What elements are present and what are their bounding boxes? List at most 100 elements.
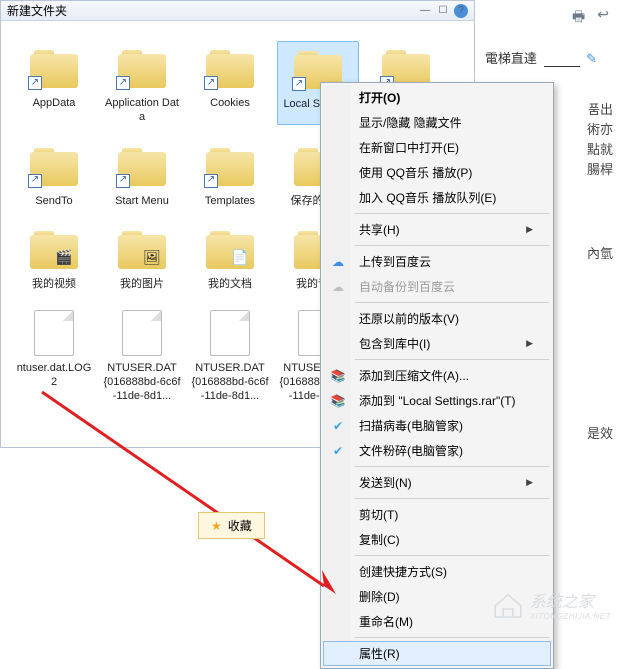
file-item[interactable]: ↗AppData bbox=[13, 41, 95, 125]
menu-separator bbox=[355, 302, 549, 303]
menu-item-label: 删除(D) bbox=[359, 588, 400, 605]
back-icon[interactable]: ↩ bbox=[597, 6, 609, 30]
file-item[interactable]: ↗ Application Data bbox=[101, 41, 183, 125]
menu-item-icon: ✔ bbox=[329, 442, 347, 460]
menu-item-label: 添加到压缩文件(A)... bbox=[359, 367, 469, 384]
menu-item-label: 共享(H) bbox=[359, 221, 400, 238]
menu-item[interactable]: 发送到(N)▶ bbox=[323, 470, 551, 495]
menu-item[interactable]: 加入 QQ音乐 播放队列(E) bbox=[323, 185, 551, 210]
shortcut-overlay-icon: ↗ bbox=[204, 174, 218, 188]
menu-item-label: 剪切(T) bbox=[359, 506, 398, 523]
menu-item[interactable]: 使用 QQ音乐 播放(P) bbox=[323, 160, 551, 185]
menu-item[interactable]: 📚添加到 "Local Settings.rar"(T) bbox=[323, 388, 551, 413]
menu-item-label: 包含到库中(I) bbox=[359, 335, 430, 352]
menu-item-icon: ✔ bbox=[329, 417, 347, 435]
menu-item[interactable]: 剪切(T) bbox=[323, 502, 551, 527]
pen-icon[interactable]: ✎ bbox=[586, 51, 597, 66]
file-label: 我的文档 bbox=[208, 278, 252, 292]
menu-item-icon: 📚 bbox=[329, 367, 347, 385]
menu-item-label: 打开(O) bbox=[359, 89, 400, 106]
file-label: Start Menu bbox=[115, 195, 169, 209]
menu-item-label: 创建快捷方式(S) bbox=[359, 563, 447, 580]
menu-separator bbox=[355, 359, 549, 360]
menu-item: ☁自动备份到百度云 bbox=[323, 274, 551, 299]
shortcut-overlay-icon: ↗ bbox=[204, 76, 218, 90]
file-item[interactable]: NTUSER.DAT{016888bd-6c6f-11de-8d1... bbox=[101, 306, 183, 403]
menu-item[interactable]: ✔ 文件粉碎(电脑管家) bbox=[323, 438, 551, 463]
file-item[interactable]: 🖼 我的图片 bbox=[101, 222, 183, 292]
menu-item[interactable]: 创建快捷方式(S) bbox=[323, 559, 551, 584]
file-label: Templates bbox=[205, 195, 255, 209]
file-label: 我的图片 bbox=[120, 278, 164, 292]
menu-separator bbox=[355, 555, 549, 556]
folder-icon: ↗ bbox=[206, 146, 254, 186]
help-button[interactable]: ? bbox=[454, 4, 468, 18]
menu-item-label: 重命名(M) bbox=[359, 613, 413, 630]
menu-separator bbox=[355, 637, 549, 638]
maximize-button[interactable]: ☐ bbox=[436, 4, 450, 18]
file-item[interactable]: ↗Cookies bbox=[189, 41, 271, 125]
menu-item-icon: ☁ bbox=[329, 253, 347, 271]
folder-content-icon: 🎬 bbox=[52, 247, 76, 267]
menu-item[interactable]: 📚 添加到压缩文件(A)... bbox=[323, 363, 551, 388]
folder-icon: 🖼 bbox=[118, 229, 166, 269]
menu-item-label: 属性(R) bbox=[359, 645, 400, 662]
menu-item[interactable]: ✔ 扫描病毒(电脑管家) bbox=[323, 413, 551, 438]
window-title: 新建文件夹 bbox=[7, 2, 67, 19]
file-icon bbox=[34, 310, 74, 356]
menu-item[interactable]: 打开(O) bbox=[323, 85, 551, 110]
folder-icon: 📄 bbox=[206, 229, 254, 269]
print-icon[interactable]: 🖶 bbox=[572, 6, 585, 30]
file-icon bbox=[210, 310, 250, 356]
menu-item-label: 加入 QQ音乐 播放队列(E) bbox=[359, 189, 496, 206]
file-label: ntuser.dat.LOG2 bbox=[15, 362, 93, 390]
menu-item[interactable]: ☁上传到百度云 bbox=[323, 249, 551, 274]
menu-item-label: 还原以前的版本(V) bbox=[359, 310, 459, 327]
favorite-button[interactable]: ★ 收藏 bbox=[198, 512, 265, 539]
menu-separator bbox=[355, 466, 549, 467]
menu-item[interactable]: 复制(C) bbox=[323, 527, 551, 552]
star-icon: ★ bbox=[211, 519, 222, 533]
menu-item[interactable]: 还原以前的版本(V) bbox=[323, 306, 551, 331]
text-fragment: 是效 bbox=[587, 424, 613, 445]
menu-separator bbox=[355, 213, 549, 214]
context-menu: 打开(O) 显示/隐藏 隐藏文件在新窗口中打开(E)使用 QQ音乐 播放(P) 加入… bbox=[320, 82, 554, 669]
file-label: NTUSER.DAT{016888bd-6c6f-11de-8d1... bbox=[191, 362, 269, 403]
file-item[interactable]: ntuser.dat.LOG2 bbox=[13, 306, 95, 403]
menu-item-label: 自动备份到百度云 bbox=[359, 278, 455, 295]
file-item[interactable]: ↗ Templates bbox=[189, 139, 271, 209]
text-fragment: 腸桿 bbox=[587, 160, 613, 181]
menu-item-icon: 📚 bbox=[329, 392, 347, 410]
minimize-button[interactable]: — bbox=[418, 4, 432, 18]
file-item[interactable]: NTUSER.DAT{016888bd-6c6f-11de-8d1... bbox=[189, 306, 271, 403]
file-label: 我的视频 bbox=[32, 278, 76, 292]
folder-icon: ↗ bbox=[206, 48, 254, 88]
file-item[interactable]: 📄 我的文档 bbox=[189, 222, 271, 292]
shortcut-overlay-icon: ↗ bbox=[116, 174, 130, 188]
menu-item[interactable]: 共享(H)▶ bbox=[323, 217, 551, 242]
text-fragment: 點就 bbox=[587, 140, 613, 161]
text-fragment: 품出 bbox=[588, 100, 613, 121]
menu-item-label: 文件粉碎(电脑管家) bbox=[359, 442, 463, 459]
menu-item-label: 复制(C) bbox=[359, 531, 400, 548]
menu-item-label: 显示/隐藏 隐藏文件 bbox=[359, 114, 462, 131]
file-item[interactable]: 🎬 我的视频 bbox=[13, 222, 95, 292]
file-label: Application Data bbox=[103, 97, 181, 125]
menu-item[interactable]: 属性(R) bbox=[323, 641, 551, 666]
menu-item[interactable]: 在新窗口中打开(E) bbox=[323, 135, 551, 160]
menu-item-label: 扫描病毒(电脑管家) bbox=[359, 417, 463, 434]
shortcut-overlay-icon: ↗ bbox=[292, 77, 306, 91]
shortcut-overlay-icon: ↗ bbox=[28, 76, 42, 90]
folder-content-icon: 📄 bbox=[228, 247, 252, 267]
folder-icon: ↗ bbox=[118, 146, 166, 186]
folder-icon: ↗ bbox=[30, 48, 78, 88]
menu-item[interactable]: 包含到库中(I)▶ bbox=[323, 331, 551, 356]
titlebar: 新建文件夹 — ☐ ? bbox=[1, 1, 474, 21]
menu-item[interactable]: 显示/隐藏 隐藏文件 bbox=[323, 110, 551, 135]
file-item[interactable]: ↗ Start Menu bbox=[101, 139, 183, 209]
file-item[interactable]: ↗SendTo bbox=[13, 139, 95, 209]
shortcut-overlay-icon: ↗ bbox=[116, 76, 130, 90]
file-icon bbox=[122, 310, 162, 356]
favorite-label: 收藏 bbox=[228, 517, 252, 534]
elevator-input[interactable] bbox=[544, 51, 580, 67]
